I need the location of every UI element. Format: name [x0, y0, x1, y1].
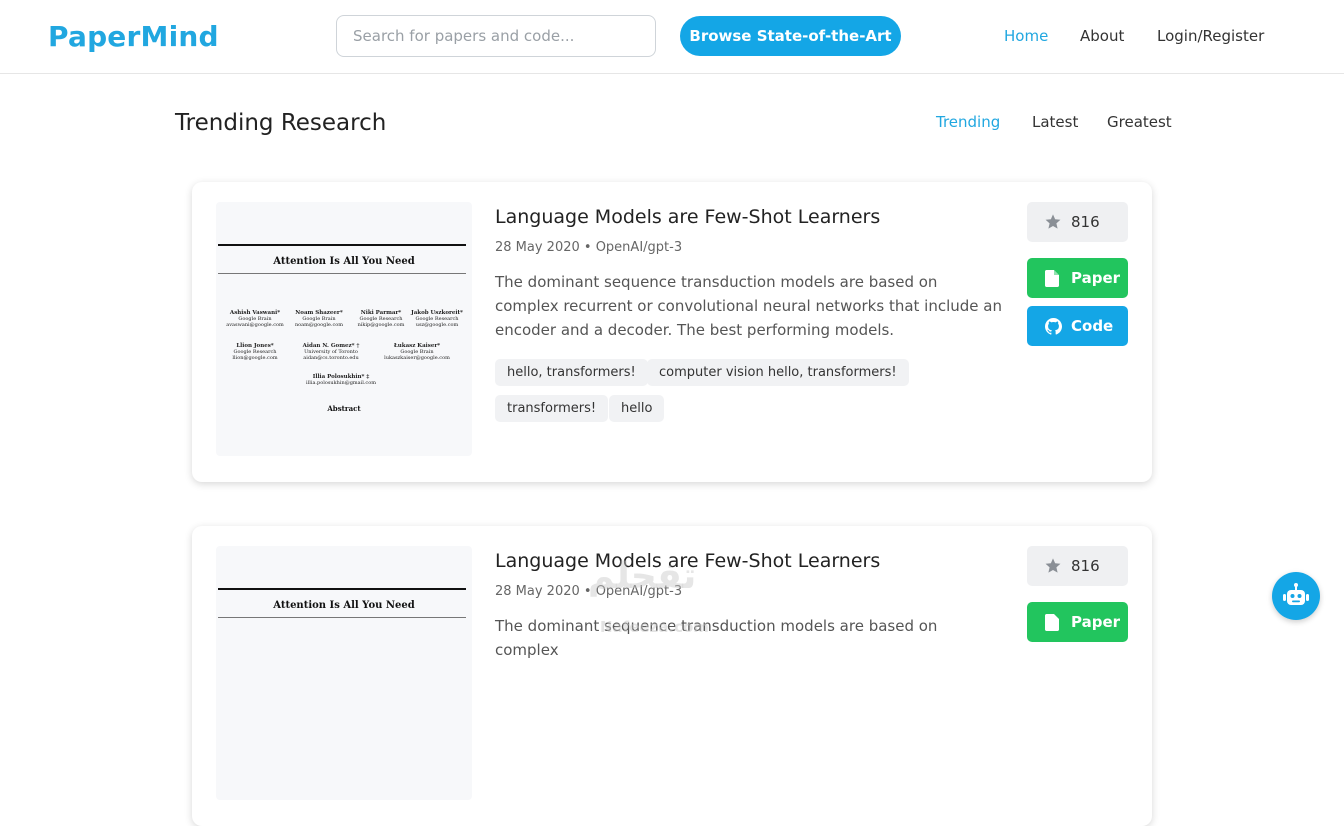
paper-card: Attention Is All You Need Language Model…	[192, 526, 1152, 826]
star-count[interactable]: 816	[1027, 202, 1128, 242]
paper-title[interactable]: Language Models are Few-Shot Learners	[495, 550, 880, 572]
star-icon	[1045, 214, 1061, 229]
paper-meta: 28 May 2020 • OpenAI/gpt-3	[495, 240, 683, 255]
robot-icon	[1283, 583, 1309, 605]
tab-trending[interactable]: Trending	[936, 113, 1000, 131]
thumbnail-author: Jakob Uszkoreit* Google Research usz@googl…	[411, 310, 463, 328]
thumbnail-rule	[218, 244, 466, 246]
tab-greatest[interactable]: Greatest	[1107, 113, 1172, 131]
thumbnail-author: Łukasz Kaiser* Google Brain lukaszkaiser@g…	[384, 343, 450, 361]
thumbnail-title: Attention Is All You Need	[273, 600, 415, 611]
paper-button[interactable]: Paper	[1027, 602, 1128, 642]
nav-about[interactable]: About	[1080, 27, 1124, 45]
paper-button-label: Paper	[1071, 269, 1121, 287]
thumbnail-author: Illia Polosukhin* ‡ illia.polosukhin@gmai…	[306, 374, 376, 386]
section-title: Trending Research	[175, 110, 387, 136]
thumbnail-rule	[218, 617, 466, 618]
thumbnail-rule	[218, 588, 466, 590]
star-count-value: 816	[1071, 557, 1100, 575]
nav-home[interactable]: Home	[1004, 27, 1048, 45]
paper-button-label: Paper	[1071, 613, 1121, 631]
thumbnail-rule	[218, 273, 466, 274]
star-count-value: 816	[1071, 213, 1100, 231]
paper-thumbnail[interactable]: Attention Is All You Need	[216, 546, 472, 800]
chatbot-button[interactable]	[1272, 572, 1320, 620]
tab-latest[interactable]: Latest	[1032, 113, 1078, 131]
github-icon	[1045, 318, 1062, 335]
paper-description: The dominant sequence transduction model…	[495, 617, 938, 659]
tag-chip[interactable]: computer vision hello, transformers!	[647, 359, 909, 386]
paper-description: The dominant sequence transduction model…	[495, 273, 1002, 339]
logo[interactable]: PaperMind	[48, 20, 219, 53]
search-input[interactable]	[336, 15, 656, 57]
document-icon	[1045, 614, 1059, 631]
star-icon	[1045, 558, 1061, 573]
thumbnail-author: Noam Shazeer* Google Brain noam@google.com	[294, 310, 344, 328]
top-navbar: PaperMind Browse State-of-the-Art Home A…	[0, 0, 1344, 74]
thumbnail-abstract-heading: Abstract	[327, 404, 361, 413]
paper-meta: 28 May 2020 • OpenAI/gpt-3	[495, 584, 683, 599]
thumbnail-title: Attention Is All You Need	[273, 256, 415, 267]
nav-login-register[interactable]: Login/Register	[1157, 27, 1264, 45]
paper-thumbnail[interactable]: Attention Is All You Need Ashish Vaswani…	[216, 202, 472, 456]
thumbnail-author: Aidan N. Gomez* † University of Toronto ai…	[302, 343, 360, 361]
thumbnail-author: Ashish Vaswani* Google Brain avaswani@goog…	[226, 310, 284, 328]
tag-chip[interactable]: hello, transformers!	[495, 359, 648, 386]
code-button-label: Code	[1071, 317, 1114, 335]
paper-title[interactable]: Language Models are Few-Shot Learners	[495, 206, 880, 228]
thumbnail-author: Llion Jones* Google Research llion@google.…	[232, 343, 278, 361]
tag-chip[interactable]: transformers!	[495, 395, 609, 422]
paper-card: Attention Is All You Need Ashish Vaswani…	[192, 182, 1152, 482]
browse-sota-button[interactable]: Browse State-of-the-Art	[680, 16, 901, 56]
document-icon	[1045, 270, 1059, 287]
tag-chip[interactable]: hello	[609, 395, 665, 422]
paper-button[interactable]: Paper	[1027, 258, 1128, 298]
code-button[interactable]: Code	[1027, 306, 1128, 346]
star-count[interactable]: 816	[1027, 546, 1128, 586]
